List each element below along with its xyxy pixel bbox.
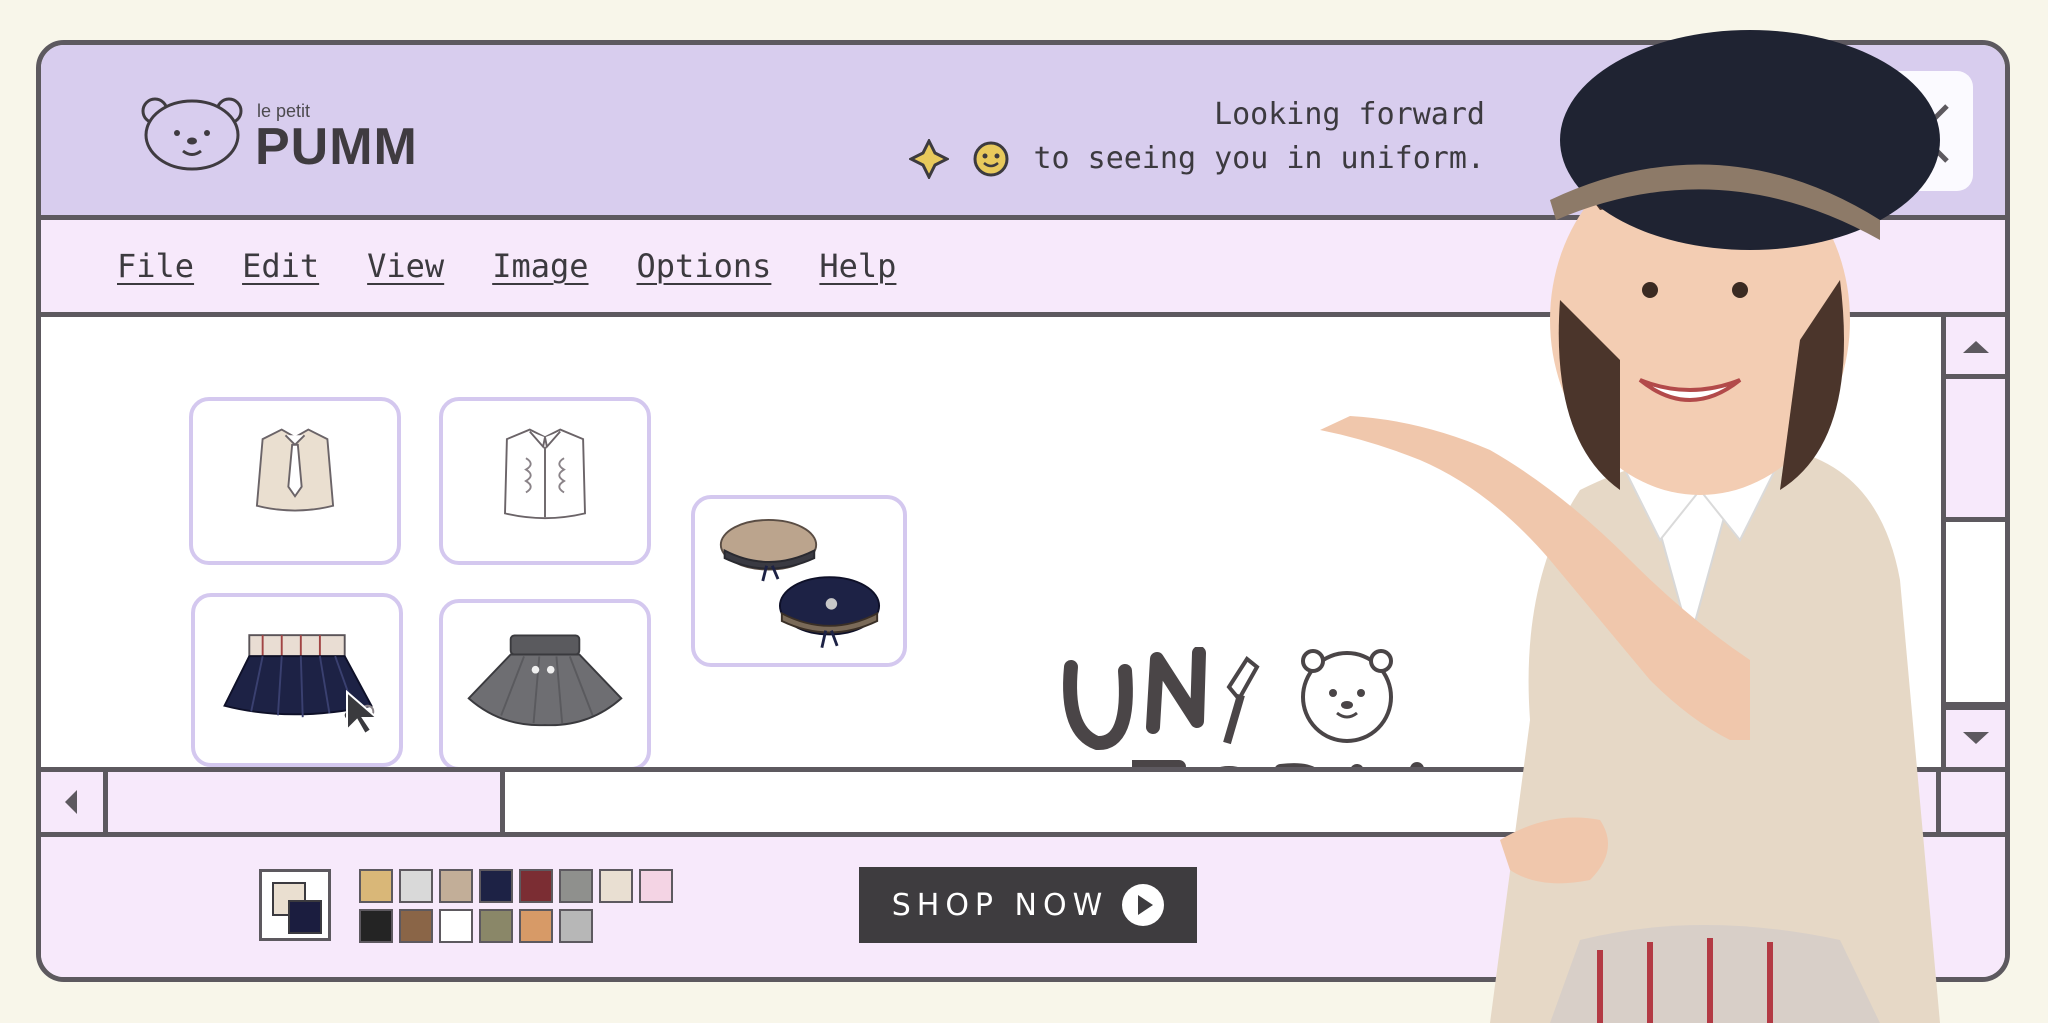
color-swatch[interactable]: [559, 869, 593, 903]
scroll-left-button[interactable]: [41, 772, 108, 832]
color-swatch[interactable]: [599, 869, 633, 903]
shop-now-button[interactable]: SHOP NOW: [859, 867, 1197, 943]
cursor-arrow-icon: [346, 690, 379, 736]
beret-icon: [719, 519, 881, 649]
color-swatch[interactable]: [519, 909, 553, 943]
color-swatch[interactable]: [639, 869, 673, 903]
item-card-beige-blouse[interactable]: [189, 397, 401, 565]
arrow-left-icon: [65, 790, 77, 814]
play-icon: [1122, 884, 1165, 926]
item-card-white-blouse[interactable]: [439, 397, 651, 565]
item-card-berets[interactable]: [691, 495, 907, 667]
blouse-white-icon: [504, 428, 586, 520]
color-swatch[interactable]: [479, 869, 513, 903]
color-swatch[interactable]: [359, 869, 393, 903]
item-card-navy-skirt[interactable]: [191, 593, 403, 767]
menu-edit[interactable]: Edit: [242, 247, 319, 285]
menu-options[interactable]: Options: [637, 247, 772, 285]
item-card-grey-skirt[interactable]: [439, 599, 651, 771]
menu-help[interactable]: Help: [819, 247, 896, 285]
color-swatch[interactable]: [559, 909, 593, 943]
foreground-color-swatch[interactable]: [288, 900, 322, 934]
color-swatch[interactable]: [519, 869, 553, 903]
color-selector[interactable]: [259, 869, 331, 941]
shop-now-label: SHOP NOW: [891, 887, 1109, 923]
horizontal-scroll-thumb[interactable]: [108, 772, 505, 832]
brand-logo: le petit PUMM: [137, 91, 477, 181]
color-swatch[interactable]: [439, 869, 473, 903]
girl-photo: [1320, 30, 1940, 1023]
skirt-grey-icon: [467, 634, 623, 727]
color-palette: [359, 869, 673, 943]
color-swatch[interactable]: [399, 869, 433, 903]
color-swatch[interactable]: [359, 909, 393, 943]
sparkle-icon: [909, 139, 950, 179]
menu-view[interactable]: View: [367, 247, 444, 285]
color-swatch[interactable]: [399, 909, 433, 943]
smiley-icon: [973, 141, 1009, 177]
menu-image[interactable]: Image: [492, 247, 588, 285]
menu-file[interactable]: File: [117, 247, 194, 285]
color-swatch[interactable]: [439, 909, 473, 943]
color-swatch[interactable]: [479, 909, 513, 943]
skirt-navy-icon: [223, 634, 375, 720]
brand-name: PUMM: [255, 118, 418, 176]
bear-logo-icon: [141, 97, 243, 171]
blouse-beige-icon: [255, 428, 335, 512]
